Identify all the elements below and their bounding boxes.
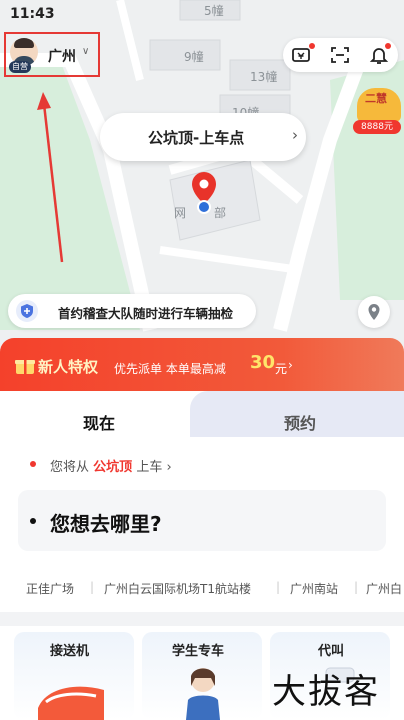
top-actions-bar xyxy=(283,38,398,72)
banner-title: 新人特权 xyxy=(38,358,99,376)
student-illustration xyxy=(186,668,220,720)
notification-dot xyxy=(309,43,315,49)
destination-placeholder: 您想去哪里? xyxy=(50,512,162,536)
shield-icon xyxy=(16,300,38,322)
black-dot-icon xyxy=(30,518,36,524)
pickup-prefix: 您将从 xyxy=(50,460,90,475)
quick-place-item[interactable]: 广州南站 xyxy=(290,580,338,597)
inspection-notice[interactable]: 首约稽查大队随时进行车辆抽检 xyxy=(8,294,256,328)
tab-book[interactable]: 预约 xyxy=(284,410,316,434)
banner-unit: 元 xyxy=(275,362,288,376)
chevron-right-icon: › xyxy=(288,358,293,372)
banner-amount: 30 xyxy=(250,352,276,373)
section-divider xyxy=(0,612,404,626)
separator: | xyxy=(90,580,95,594)
pickup-suffix: 上车 xyxy=(136,460,163,475)
quick-place-item[interactable]: 正佳广场 xyxy=(26,580,74,597)
pickup-summary[interactable]: 您将从 公坑顶 上车 › xyxy=(50,456,172,475)
chevron-right-icon: › xyxy=(166,460,172,475)
watermark: 大拔客 xyxy=(272,672,380,712)
separator: | xyxy=(276,580,281,594)
service-label: 代叫 xyxy=(318,644,345,659)
ticket-icon[interactable] xyxy=(291,45,311,65)
separator: | xyxy=(354,580,359,594)
red-dot-icon xyxy=(30,461,36,467)
promo-title: 二慧 xyxy=(365,92,387,105)
service-label: 学生专车 xyxy=(172,644,225,659)
quick-places: 正佳广场 | 广州白云国际机场T1航站楼 | 广州南站 | 广州白 xyxy=(0,580,404,600)
promo-float[interactable]: 二慧 8888元 xyxy=(351,86,404,136)
tab-now[interactable]: 现在 xyxy=(83,410,115,434)
locate-button[interactable] xyxy=(358,296,390,328)
pickup-point-card[interactable]: 公坑顶-上车点 › xyxy=(100,113,306,161)
current-location-dot xyxy=(197,200,211,214)
pickup-place: 公坑顶 xyxy=(93,460,133,475)
notification-dot xyxy=(385,43,391,49)
service-label: 接送机 xyxy=(50,644,90,659)
quick-place-item[interactable]: 广州白 xyxy=(366,580,402,597)
gift-icon xyxy=(15,360,35,374)
pickup-point-label: 公坑顶-上车点 xyxy=(148,129,245,147)
scan-icon[interactable] xyxy=(330,45,350,65)
banner-subtitle: 优先派单 本单最高减 xyxy=(114,362,226,376)
quick-place-item[interactable]: 广州白云国际机场T1航站楼 xyxy=(104,580,251,597)
promo-price: 8888元 xyxy=(353,120,401,134)
chevron-right-icon: › xyxy=(292,126,298,144)
notice-text: 首约稽查大队随时进行车辆抽检 xyxy=(58,306,234,321)
train-illustration xyxy=(38,686,104,720)
map-marker-icon xyxy=(368,304,380,320)
